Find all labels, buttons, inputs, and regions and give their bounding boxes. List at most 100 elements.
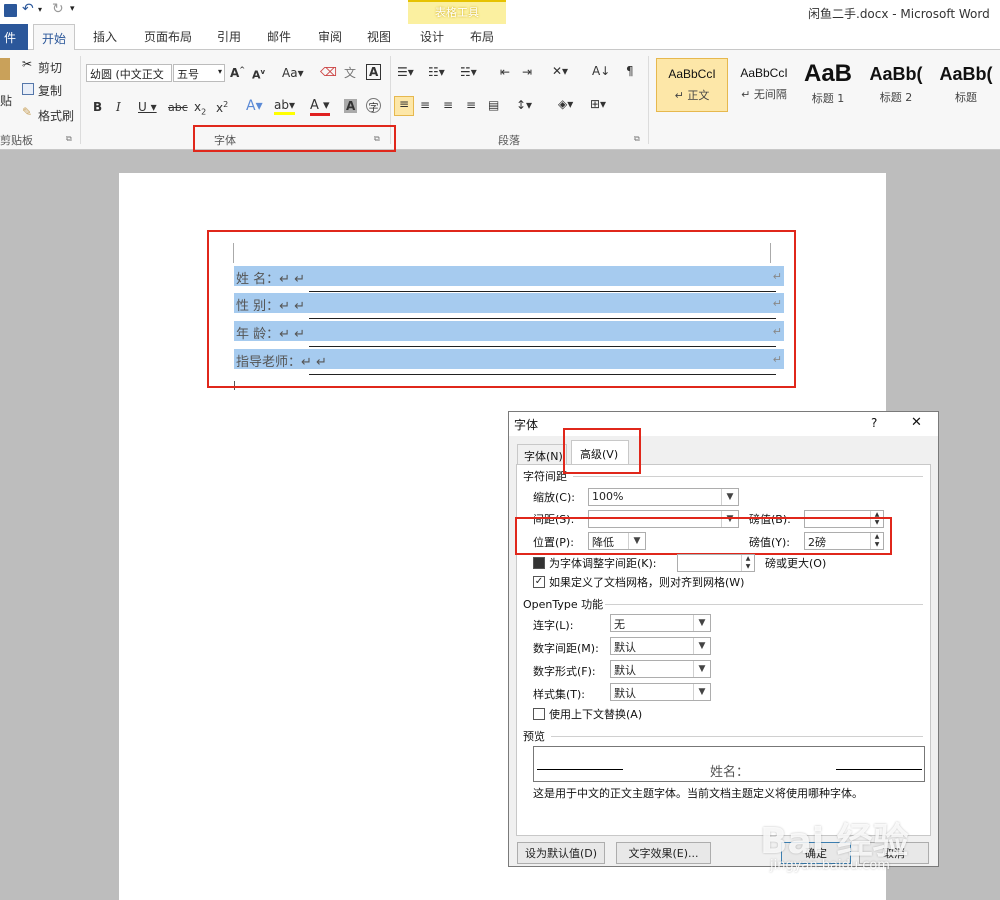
italic-icon[interactable]: I [116, 100, 121, 114]
paste-icon[interactable] [0, 58, 10, 80]
kerning-input[interactable]: ▲ ▼ [677, 554, 755, 572]
font-color-icon[interactable]: A ▾ [310, 98, 330, 116]
style-sample: AaB [803, 60, 852, 87]
paragraph-group-label: 段落 [498, 134, 520, 147]
chevron-down-icon: ▼ [693, 638, 710, 654]
set-default-button[interactable]: 设为默认值(D) [517, 842, 605, 864]
clipboard-launcher-icon[interactable]: ⧉ [66, 134, 72, 144]
num-spacing-select[interactable]: 默认 ▼ [610, 637, 711, 655]
tab-view[interactable]: 视图 [367, 28, 391, 45]
font-name-combo[interactable]: 幼圆 (中文正文 [86, 64, 172, 82]
subscript-icon[interactable]: x2 [194, 100, 206, 116]
ligatures-select[interactable]: 无 ▼ [610, 614, 711, 632]
ribbon-tab-bar: 件 开始 插入 页面布局 引用 邮件 审阅 视图 设计 布局 [0, 24, 1000, 51]
tab-page-layout[interactable]: 页面布局 [144, 28, 192, 45]
redo-icon[interactable]: ↻ [52, 1, 64, 17]
save-icon[interactable] [4, 4, 17, 17]
scale-select[interactable]: 100% ▼ [588, 488, 739, 506]
tab-font[interactable]: 字体(N) [517, 444, 567, 464]
copy-button[interactable]: 复制 [38, 82, 62, 99]
kerning-checkbox[interactable] [533, 557, 545, 569]
num-forms-select[interactable]: 默认 ▼ [610, 660, 711, 678]
borders-icon[interactable]: ⊞▾ [590, 97, 606, 111]
style-5[interactable]: AaBb(标题 [930, 58, 1000, 112]
tab-references[interactable]: 引用 [217, 28, 241, 45]
increase-indent-icon[interactable]: ⇥ [522, 65, 532, 79]
distributed-icon[interactable]: ▤ [488, 98, 499, 112]
stylistic-select[interactable]: 默认 ▼ [610, 683, 711, 701]
show-marks-icon[interactable]: ¶ [626, 64, 634, 78]
align-center-icon[interactable]: ≡ [420, 98, 430, 112]
shading-icon[interactable]: ◈▾ [558, 97, 573, 111]
change-case-icon[interactable]: Aa▾ [282, 66, 304, 80]
style-4[interactable]: AaBb(标题 2 [860, 58, 932, 112]
superscript-icon[interactable]: x2 [216, 100, 228, 115]
numbering-icon[interactable]: ☷▾ [428, 65, 445, 79]
style-3[interactable]: AaB 标题 1 [792, 58, 864, 112]
chevron-down-icon: ▼ [721, 489, 738, 505]
watermark-brand: Bai 经验 [760, 821, 909, 862]
enclose-characters-icon[interactable]: 字 [366, 98, 381, 114]
ligatures-label: 连字(L): [533, 619, 574, 632]
strikethrough-icon[interactable]: abc [168, 101, 188, 114]
bullets-icon[interactable]: ☰▾ [397, 65, 414, 79]
style-1[interactable]: AaBbCcI ↵ 正文 [656, 58, 728, 112]
paragraph-launcher-icon[interactable]: ⧉ [634, 134, 640, 144]
preview-box: 姓名： [533, 746, 925, 782]
text-effects-icon[interactable]: A▾ [246, 98, 263, 114]
style-label: ↵ 无间隔 [741, 88, 787, 101]
preview-line [836, 769, 922, 770]
clear-format-icon[interactable]: ⌫ [320, 65, 337, 79]
underline-icon[interactable]: U ▾ [138, 100, 157, 114]
spacing-section-label: 字符间距 [523, 470, 567, 483]
phonetic-guide-icon[interactable]: 文 [344, 64, 356, 81]
tab-insert-label: 插入 [93, 30, 118, 44]
spinner-icon[interactable]: ▲ ▼ [741, 555, 754, 571]
character-border-icon[interactable]: A [366, 64, 382, 80]
align-left-icon[interactable]: ≡ [394, 96, 414, 116]
tab-home[interactable]: 开始 [33, 24, 76, 51]
tab-review[interactable]: 审阅 [318, 28, 342, 45]
tab-file-label: 件 [4, 31, 17, 45]
tab-references-label: 引用 [217, 30, 242, 44]
table-tools-label: 表格工具 [435, 6, 479, 19]
tab-insert[interactable]: 插入 [93, 28, 117, 45]
format-painter-button[interactable]: 格式刷 [38, 107, 74, 124]
bold-icon[interactable]: B [93, 100, 102, 114]
decrease-indent-icon[interactable]: ⇤ [500, 65, 510, 79]
grid-checkbox[interactable]: ✓ [533, 576, 545, 588]
help-button[interactable]: ? [871, 416, 877, 430]
multilevel-list-icon[interactable]: ☵▾ [460, 65, 477, 79]
contextual-checkbox[interactable] [533, 708, 545, 720]
chinese-layout-icon[interactable]: ✕▾ [552, 64, 568, 78]
tab-table-layout[interactable]: 布局 [470, 28, 494, 45]
undo-icon[interactable]: ↶ [22, 1, 34, 17]
shrink-font-icon[interactable]: Av [252, 68, 265, 82]
highlight-color-icon[interactable]: ab▾ [274, 98, 295, 115]
undo-dropdown-icon[interactable]: ▾ [38, 5, 42, 14]
sort-icon[interactable]: A↓ [592, 64, 610, 78]
text-effects-button[interactable]: 文字效果(E)... [616, 842, 711, 864]
tab-font-label: 字体(N) [524, 450, 563, 463]
tab-file[interactable]: 件 [0, 24, 28, 50]
justify-icon[interactable]: ≡ [466, 98, 476, 112]
font-size-combo[interactable]: 五号 ▾ [173, 64, 225, 82]
tab-mailings[interactable]: 邮件 [267, 28, 291, 45]
grow-font-icon[interactable]: A^ [230, 66, 245, 80]
preview-section-label: 预览 [523, 730, 545, 743]
tab-design[interactable]: 设计 [420, 28, 444, 45]
chevron-down-icon: ▾ [217, 67, 222, 76]
copy-icon [22, 83, 34, 95]
grid-label: 如果定义了文档网格，则对齐到网格(W) [549, 576, 745, 589]
dialog-title: 字体 [514, 418, 539, 432]
style-2[interactable]: AaBbCcI ↵ 无间隔 [728, 58, 800, 112]
paste-button[interactable]: 贴 [0, 92, 12, 109]
customize-toolbar-icon[interactable]: ▾ [70, 4, 75, 14]
window-title: 闲鱼二手.docx - Microsoft Word [808, 7, 990, 21]
close-icon[interactable]: ✕ [911, 415, 922, 430]
align-right-icon[interactable]: ≡ [443, 98, 453, 112]
character-shading-icon[interactable]: A [344, 99, 358, 113]
line-spacing-icon[interactable]: ↕▾ [516, 98, 532, 112]
cut-button[interactable]: 剪切 [38, 59, 62, 76]
position-highlight [515, 517, 892, 555]
